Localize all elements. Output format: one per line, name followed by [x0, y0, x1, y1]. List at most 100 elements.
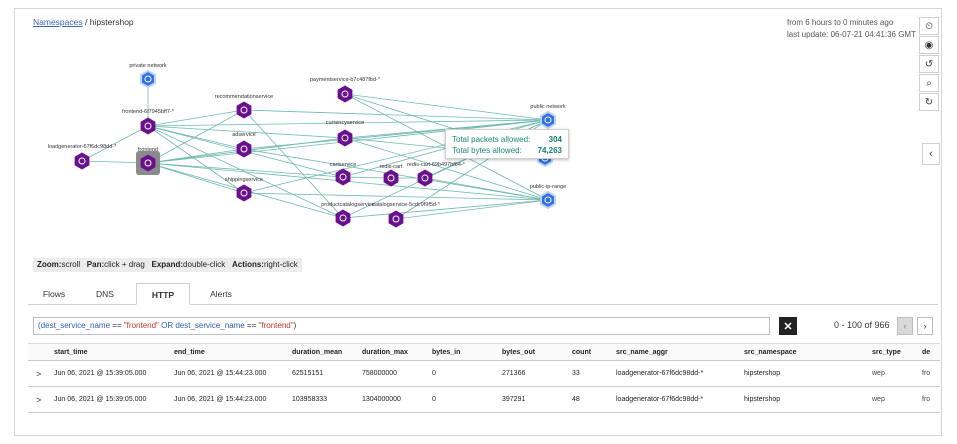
query-op-1: ==	[110, 321, 124, 330]
col-src-type[interactable]: src_type	[868, 343, 918, 361]
graph-node-label: frontend	[138, 147, 158, 153]
query-value-1: "frontend"	[123, 321, 159, 330]
graph-node-label: private network	[129, 63, 167, 69]
cell-dest: fro	[918, 360, 940, 387]
legend-pan-value: click + drag	[104, 260, 145, 269]
graph-node-label: redis-cart	[380, 164, 403, 170]
cell-start-time: Jun 06, 2021 @ 15:39:05.000	[50, 386, 170, 413]
cell-dest: fro	[918, 386, 940, 413]
flow-tooltip: Total packets allowed: 304 Total bytes al…	[445, 129, 569, 159]
cell-start-time: Jun 06, 2021 @ 15:39:05.000	[50, 360, 170, 387]
table-row[interactable]: > Jun 06, 2021 @ 15:39:05.000 Jun 06, 20…	[28, 360, 940, 387]
cell-bytes-out: 397291	[498, 386, 568, 413]
cell-count: 48	[568, 386, 612, 413]
cell-src-name-aggr: loadgenerator-67f6dc98dd-*	[612, 360, 740, 387]
tab-flows[interactable]: Flows	[36, 283, 72, 305]
cell-src-type: wep	[868, 360, 918, 387]
graph-edge	[243, 192, 549, 201]
legend-actions-value: right-click	[263, 260, 298, 269]
graph-node-paymentservice[interactable]: paymentservice-b7c487fbd-*	[310, 77, 381, 103]
graph-node-label: redis-cart-69b497bf64-*	[407, 162, 466, 168]
graph-edge	[243, 109, 549, 121]
next-page-button[interactable]: ›	[917, 317, 933, 335]
prev-page-button[interactable]: ‹	[897, 317, 913, 335]
query-end: )	[293, 321, 297, 330]
cell-src-name-aggr: loadgenerator-67f6dc98dd-*	[612, 386, 740, 413]
graph-node-label: paymentservice-b7c487fbd-*	[310, 77, 381, 83]
close-icon: ✕	[783, 320, 793, 333]
cell-bytes-in: 0	[428, 360, 498, 387]
graph-edge	[344, 93, 549, 121]
legend-expand-key: Expand:	[151, 260, 184, 269]
col-bytes-out[interactable]: bytes_out	[498, 343, 568, 361]
legend-pan-key: Pan:	[86, 260, 105, 269]
graph-node-frontend[interactable]: frontend	[136, 147, 160, 175]
cell-count: 33	[568, 360, 612, 387]
tooltip-packets-label: Total packets allowed:	[452, 135, 531, 144]
cell-duration-max: 758000000	[358, 360, 428, 387]
legend-actions-key: Actions:	[231, 260, 264, 269]
graph-legend: Zoom:scroll Pan:click + drag Expand:doub…	[33, 258, 302, 272]
clear-query-button[interactable]: ✕	[779, 317, 797, 335]
col-duration-mean[interactable]: duration_mean	[288, 343, 358, 361]
cell-src-type: wep	[868, 386, 918, 413]
col-bytes-in[interactable]: bytes_in	[428, 343, 498, 361]
graph-node-label: cartservice	[330, 162, 357, 168]
graph-node-label: adservice	[232, 132, 256, 138]
col-expand	[28, 343, 50, 361]
graph-node-label: catalogservice-5cdc9f9f5d-*	[372, 202, 441, 208]
row-expand-toggle[interactable]: >	[28, 360, 50, 387]
graph-node-public-network[interactable]: public network	[530, 104, 566, 130]
tooltip-bytes-value: 74,263	[537, 146, 562, 155]
chevron-right-icon: ›	[923, 321, 927, 331]
cell-duration-mean: 62515151	[288, 360, 358, 387]
cell-bytes-out: 271366	[498, 360, 568, 387]
graph-node-label: shippingservice	[225, 177, 263, 183]
cell-bytes-in: 0	[428, 386, 498, 413]
col-start-time[interactable]: start_time	[50, 343, 170, 361]
http-flows-table: start_time end_time duration_mean durati…	[28, 343, 940, 413]
table-header-row: start_time end_time duration_mean durati…	[28, 343, 940, 361]
cell-end-time: Jun 06, 2021 @ 15:44:23.000	[170, 386, 288, 413]
col-src-name-aggr[interactable]: src_name_aggr	[612, 343, 740, 361]
query-op-2: ==	[244, 321, 259, 330]
legend-zoom-value: scroll	[61, 260, 81, 269]
cell-end-time: Jun 06, 2021 @ 15:44:23.000	[170, 360, 288, 387]
tab-http[interactable]: HTTP	[136, 283, 190, 305]
cell-duration-max: 1304000000	[358, 386, 428, 413]
tooltip-bytes-label: Total bytes allowed:	[452, 146, 522, 155]
cell-src-namespace: hipstershop	[740, 386, 868, 413]
graph-node-label: currencyservice	[326, 120, 365, 126]
graph-node-recommendationservice[interactable]: recommendationservice	[215, 94, 273, 119]
query-field-2: dest_service_name	[175, 321, 245, 330]
chevron-left-icon: ‹	[903, 321, 907, 331]
col-dest[interactable]: de	[918, 343, 940, 361]
cell-src-namespace: hipstershop	[740, 360, 868, 387]
query-input[interactable]: (dest_service_name == "frontend" OR dest…	[33, 317, 770, 335]
tab-dns[interactable]: DNS	[86, 283, 124, 305]
graph-node-loadgenerator[interactable]: loadgenerator-67f6dc98dd-*	[48, 144, 117, 170]
graph-node-private-network[interactable]: private network	[129, 63, 167, 89]
tab-alerts[interactable]: Alerts	[200, 283, 242, 305]
table-row[interactable]: > Jun 06, 2021 @ 15:39:05.000 Jun 06, 20…	[28, 386, 940, 413]
query-or: OR	[158, 321, 176, 330]
query-field-1: (dest_service_name	[38, 321, 111, 330]
graph-node-label: loadgenerator-67f6dc98dd-*	[48, 144, 117, 150]
graph-node-label: frontend-6f7945bff7-*	[122, 109, 175, 115]
col-src-namespace[interactable]: src_namespace	[740, 343, 868, 361]
graph-node-label: recommendationservice	[215, 94, 273, 100]
query-value-2: "frontend"	[258, 321, 294, 330]
tab-bar: Flows DNS HTTP Alerts	[28, 283, 938, 305]
legend-zoom-key: Zoom:	[37, 260, 62, 269]
graph-node-label: productcatalogservice	[321, 202, 375, 208]
graph-edge	[147, 162, 344, 178]
legend-expand-value: double-click	[183, 260, 226, 269]
cell-duration-mean: 103958333	[288, 386, 358, 413]
col-end-time[interactable]: end_time	[170, 343, 288, 361]
col-count[interactable]: count	[568, 343, 612, 361]
pagination-label: 0 - 100 of 966	[834, 320, 890, 330]
graph-node-label: public-ip-range	[530, 184, 566, 190]
graph-node-label: public network	[530, 104, 565, 110]
row-expand-toggle[interactable]: >	[28, 386, 50, 413]
col-duration-max[interactable]: duration_max	[358, 343, 428, 361]
